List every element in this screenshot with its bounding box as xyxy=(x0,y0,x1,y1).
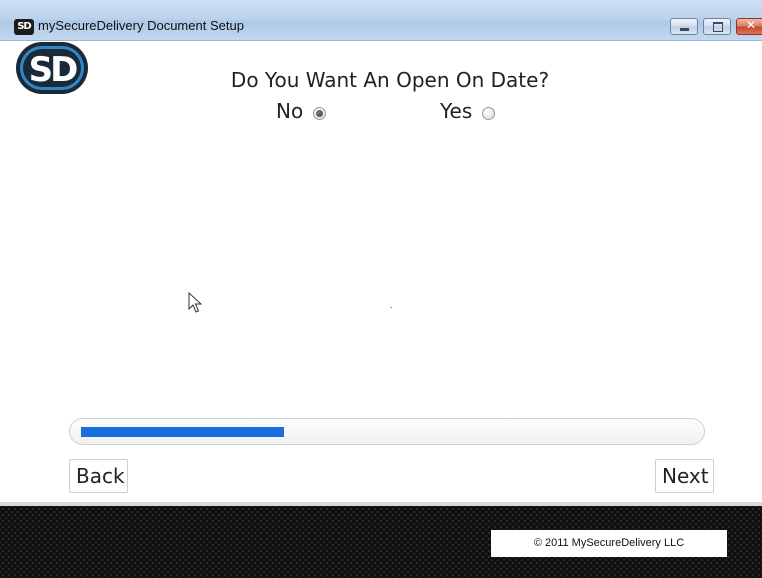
option-no[interactable]: No xyxy=(276,99,327,123)
option-yes-label: Yes xyxy=(440,99,473,123)
radio-yes[interactable] xyxy=(482,106,496,120)
close-button[interactable]: ✕ xyxy=(736,18,762,35)
app-icon: SD xyxy=(14,19,34,35)
progress-fill xyxy=(81,427,284,437)
copyright-box: © 2011 MySecureDelivery LLC xyxy=(491,530,727,557)
mouse-pointer-icon xyxy=(188,292,202,313)
minimize-icon xyxy=(680,28,689,31)
window-title: mySecureDelivery Document Setup xyxy=(38,18,244,33)
back-button[interactable]: Back xyxy=(69,459,128,493)
option-no-label: No xyxy=(276,99,304,123)
stray-dot xyxy=(390,307,392,308)
maximize-icon xyxy=(713,22,723,32)
maximize-button[interactable] xyxy=(703,18,731,35)
next-button[interactable]: Next xyxy=(655,459,714,493)
question-text: Do You Want An Open On Date? xyxy=(230,68,550,92)
title-bar[interactable]: SD mySecureDelivery Document Setup ✕ xyxy=(0,0,762,41)
option-yes[interactable]: Yes xyxy=(440,99,496,123)
progress-bar xyxy=(69,418,705,445)
radio-no[interactable] xyxy=(313,106,327,120)
setup-window: SD mySecureDelivery Document Setup ✕ SD … xyxy=(0,0,762,578)
logo-text: SD xyxy=(29,50,77,90)
close-icon: ✕ xyxy=(745,18,757,32)
sd-logo: SD xyxy=(16,42,88,94)
minimize-button[interactable] xyxy=(670,18,698,35)
